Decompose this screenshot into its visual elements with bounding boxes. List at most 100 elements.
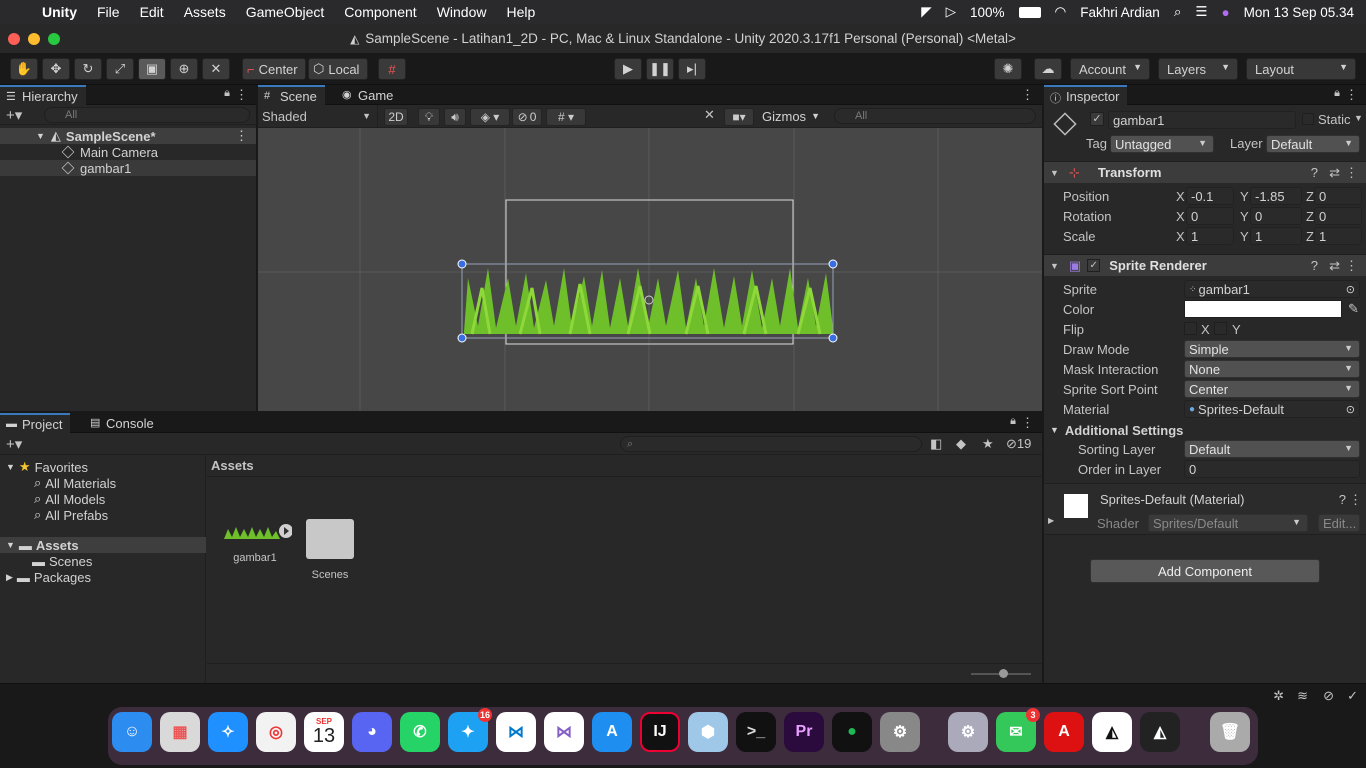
play-circle-icon[interactable]: ▷ — [946, 4, 956, 20]
scale-x-field[interactable]: 1 — [1186, 227, 1234, 245]
cloud-button[interactable]: ☁ — [1034, 58, 1062, 80]
draw-mode-dropdown[interactable]: Simple ▼ — [1184, 340, 1360, 358]
help-icon[interactable]: ? — [1311, 258, 1318, 273]
visual-studio-icon[interactable]: ⋈ — [544, 712, 584, 752]
transform-header[interactable]: ▼ ⊹ Transform ? ⇄ ⋮ — [1044, 161, 1366, 183]
vpn-icon[interactable]: ◤ — [921, 4, 931, 20]
layout-dropdown[interactable]: Layout ▼ — [1246, 58, 1356, 80]
calendar-icon[interactable]: SEP 13 — [304, 712, 344, 752]
object-name-field[interactable]: gambar1 — [1108, 111, 1296, 129]
position-y-field[interactable]: -1.85 — [1250, 187, 1302, 205]
menu-help[interactable]: Help — [496, 4, 545, 20]
tab-hierarchy[interactable]: ☰ Hierarchy — [0, 85, 86, 105]
menu-component[interactable]: Component — [334, 4, 426, 20]
mask-interaction-dropdown[interactable]: None ▼ — [1184, 360, 1360, 378]
filter-label-icon[interactable]: ◆ — [956, 436, 966, 452]
hierarchy-item[interactable]: Main Camera — [0, 144, 256, 160]
shader-dropdown[interactable]: Sprites/Default ▼ — [1148, 514, 1308, 532]
assets-folder-row[interactable]: ▼ ▬ Assets — [0, 537, 206, 553]
favorite-item[interactable]: ⌕ All Prefabs — [34, 507, 108, 523]
app-store-icon[interactable]: A — [592, 712, 632, 752]
position-z-field[interactable]: 0 — [1314, 187, 1362, 205]
tab-scene[interactable]: # Scene — [258, 85, 325, 105]
chrome-icon[interactable]: ◎ — [256, 712, 296, 752]
hierarchy-item-selected[interactable]: gambar1 — [0, 160, 256, 176]
favorite-item[interactable]: ⌕ All Materials — [34, 475, 116, 491]
flip-y-checkbox[interactable] — [1214, 322, 1227, 335]
system-preferences-icon[interactable]: ⚙ — [880, 712, 920, 752]
sprite-field[interactable]: ⁘ gambar1 ⊙ — [1184, 280, 1360, 298]
twitter-icon[interactable]: ✦ 16 — [448, 708, 492, 752]
kebab-menu-icon[interactable]: ⋮ — [1021, 87, 1034, 103]
add-component-button[interactable]: Add Component — [1090, 559, 1320, 583]
play-button[interactable]: ▶ — [614, 58, 642, 80]
intellij-icon[interactable]: IJ — [640, 712, 680, 752]
object-picker-icon[interactable]: ⊙ — [1346, 283, 1355, 296]
hidden-packages-icon[interactable]: ⊘19 — [1006, 436, 1031, 452]
sprite-sort-point-dropdown[interactable]: Center ▼ — [1184, 380, 1360, 398]
filter-type-icon[interactable]: ◧ — [930, 436, 942, 452]
cache-icon[interactable]: ≋ — [1297, 688, 1308, 704]
rect-handle[interactable] — [828, 259, 838, 269]
toggle-2d-button[interactable]: 2D — [384, 108, 408, 126]
spotify-icon[interactable]: ● — [832, 712, 872, 752]
pause-button[interactable]: ❚❚ — [646, 58, 674, 80]
terminal-icon[interactable]: >_ — [736, 712, 776, 752]
grid-snap-button[interactable]: # — [378, 58, 406, 80]
scene-search-input[interactable]: All — [834, 108, 1036, 124]
kebab-menu-icon[interactable]: ⋮ — [1345, 258, 1358, 274]
safari-icon[interactable]: ✧ — [208, 712, 248, 752]
packages-folder-row[interactable]: ▶ ▬ Packages — [6, 569, 91, 585]
zoom-slider-thumb[interactable] — [999, 669, 1008, 678]
scale-tool-button[interactable]: ⤢ — [106, 58, 134, 80]
wifi-icon[interactable]: ◠ — [1055, 4, 1067, 20]
rotation-x-field[interactable]: 0 — [1186, 207, 1234, 225]
kebab-menu-icon[interactable]: ⋮ — [1345, 165, 1358, 181]
tag-dropdown[interactable]: Untagged ▼ — [1110, 135, 1214, 153]
sorting-layer-dropdown[interactable]: Default ▼ — [1184, 440, 1360, 458]
rect-handle[interactable] — [828, 333, 838, 343]
kebab-menu-icon[interactable]: ⋮ — [1349, 492, 1362, 508]
tools-icon[interactable]: ✕ — [704, 107, 715, 123]
material-field[interactable]: ● Sprites-Default ⊙ — [1184, 400, 1360, 418]
account-dropdown[interactable]: Account ▼ — [1070, 58, 1150, 80]
battery-percent[interactable]: 100% — [970, 5, 1005, 20]
favorite-item[interactable]: ⌕ All Models — [34, 491, 105, 507]
menu-file[interactable]: File — [87, 4, 130, 20]
static-checkbox[interactable] — [1302, 113, 1314, 125]
shader-edit-button[interactable]: Edit... — [1318, 514, 1360, 532]
chevron-down-icon[interactable]: ▼ — [1354, 113, 1363, 123]
help-icon[interactable]: ? — [1339, 492, 1346, 507]
custom-tool-button[interactable]: ✕ — [202, 58, 230, 80]
add-icon[interactable]: +▾ — [6, 106, 22, 124]
effects-dropdown[interactable]: ◈ ▾ — [470, 108, 510, 126]
scale-y-field[interactable]: 1 — [1250, 227, 1302, 245]
kebab-menu-icon[interactable]: ⋮ — [235, 87, 248, 103]
layer-dropdown[interactable]: Default ▼ — [1266, 135, 1360, 153]
object-picker-icon[interactable]: ⊙ — [1346, 403, 1355, 416]
breadcrumb[interactable]: Assets — [207, 455, 1042, 477]
pivot-space-button[interactable]: ⬡ Local — [308, 58, 368, 80]
position-x-field[interactable]: -0.1 — [1186, 187, 1234, 205]
additional-settings-foldout[interactable]: ▼ Additional Settings — [1050, 422, 1183, 438]
preset-icon[interactable]: ⇄ — [1329, 258, 1340, 274]
scene-row[interactable]: ▼ ◭ SampleScene* ⋮ — [0, 128, 256, 144]
lock-icon[interactable]: 🔒︎ — [1334, 87, 1340, 100]
spotlight-icon[interactable]: ⌕ — [1174, 4, 1182, 20]
rect-handle[interactable] — [457, 259, 467, 269]
debug-icon[interactable]: ✲ — [1273, 688, 1284, 704]
rotation-z-field[interactable]: 0 — [1314, 207, 1362, 225]
trash-icon[interactable]: 🗑︎ — [1210, 712, 1250, 752]
enabled-checkbox[interactable]: ✓ — [1087, 259, 1101, 272]
gizmos-dropdown[interactable]: Gizmos ▼ — [758, 105, 826, 127]
hierarchy-search-input[interactable]: All — [44, 107, 250, 123]
rotation-y-field[interactable]: 0 — [1250, 207, 1302, 225]
clock[interactable]: Mon 13 Sep 05.34 — [1244, 5, 1354, 20]
whatsapp-icon[interactable]: ✆ — [400, 712, 440, 752]
project-search-input[interactable]: ⌕ — [620, 436, 922, 452]
preset-icon[interactable]: ⇄ — [1329, 165, 1340, 181]
color-swatch[interactable] — [1184, 300, 1342, 318]
collab-button[interactable]: ✺ — [994, 58, 1022, 80]
hand-tool-button[interactable]: ✋ — [10, 58, 38, 80]
kebab-menu-icon[interactable]: ⋮ — [1345, 87, 1358, 103]
